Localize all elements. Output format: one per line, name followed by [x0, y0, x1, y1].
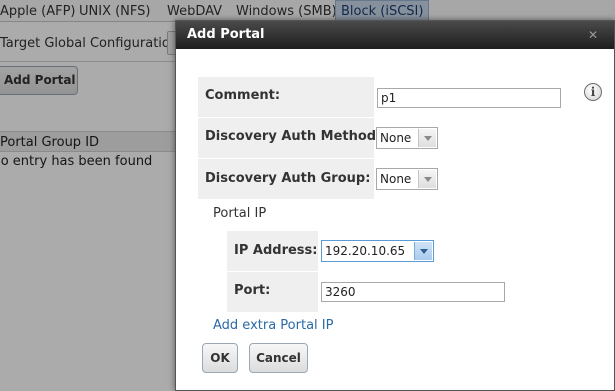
ok-button[interactable]: OK — [202, 343, 238, 373]
port-label: Port: — [227, 272, 318, 312]
chevron-down-icon[interactable] — [418, 170, 436, 188]
comment-label: Comment: — [198, 77, 374, 117]
add-extra-portal-ip-link[interactable]: Add extra Portal IP — [213, 318, 333, 333]
dialog-titlebar: Add Portal ✕ — [176, 21, 614, 49]
discovery-auth-group-value: None — [380, 172, 412, 186]
chevron-down-icon[interactable] — [418, 129, 436, 147]
add-portal-dialog: Add Portal ✕ Comment: i Discovery Auth M… — [175, 20, 615, 391]
discovery-auth-method-value: None — [380, 131, 412, 145]
portal-ip-heading: Portal IP — [213, 206, 267, 221]
dialog-title: Add Portal — [187, 27, 265, 42]
ip-address-value: 192.20.10.65 — [325, 244, 406, 258]
close-icon[interactable]: ✕ — [586, 28, 600, 42]
cancel-button[interactable]: Cancel — [249, 343, 308, 373]
port-input[interactable] — [321, 282, 505, 302]
ip-address-label: IP Address: — [227, 231, 318, 271]
info-icon[interactable]: i — [584, 83, 602, 101]
chevron-down-icon[interactable] — [414, 242, 432, 260]
discovery-auth-method-select[interactable]: None — [376, 127, 438, 149]
comment-input[interactable] — [377, 88, 561, 108]
discovery-auth-group-select[interactable]: None — [376, 168, 438, 190]
ip-address-select[interactable]: 192.20.10.65 — [321, 240, 434, 262]
discovery-auth-group-label: Discovery Auth Group: — [198, 159, 374, 199]
discovery-auth-method-label: Discovery Auth Method: — [198, 118, 381, 158]
